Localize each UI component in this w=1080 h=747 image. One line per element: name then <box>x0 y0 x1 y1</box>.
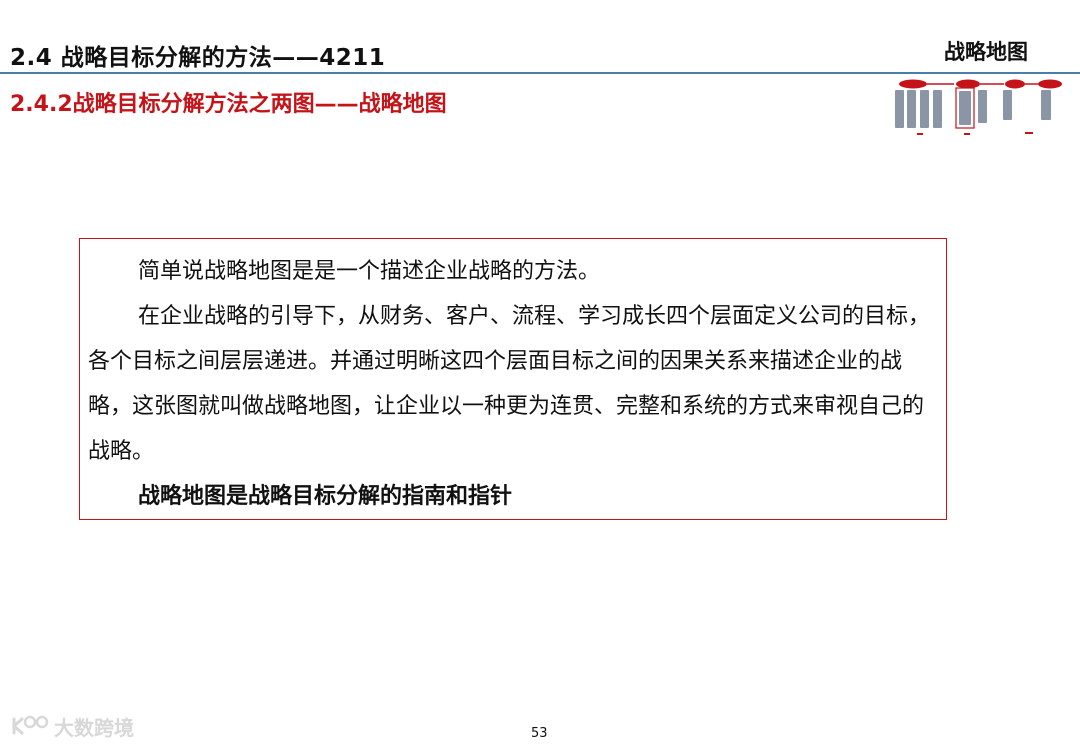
page-title: 2.4 战略目标分解的方法——4211 <box>10 45 386 71</box>
page-subtitle: 2.4.2战略目标分解方法之两图——战略地图 <box>10 92 447 117</box>
thumbnail-arrow-band <box>899 79 1062 89</box>
page-number: 53 <box>531 726 548 741</box>
header-divider <box>0 72 1080 74</box>
watermark-logo-icon <box>12 715 49 735</box>
watermark-text: 大数跨境 <box>54 715 134 740</box>
content-box: 简单说战略地图是是一个描述企业战略的方法。 在企业战略的引导下，从财务、客户、流… <box>79 238 947 520</box>
section-label: 战略地图 <box>944 40 1028 64</box>
watermark: 大数跨境 <box>10 711 134 741</box>
paragraph-intro: 简单说战略地图是是一个描述企业战略的方法。 <box>138 259 601 284</box>
paragraph-conclusion: 战略地图是战略目标分解的指南和指针 <box>138 484 513 509</box>
strategy-map-thumbnail <box>895 79 1062 135</box>
paragraph-definition: 在企业战略的引导下，从财务、客户、流程、学习成长四个层面定义公司的目标，各个目标… <box>88 304 931 464</box>
